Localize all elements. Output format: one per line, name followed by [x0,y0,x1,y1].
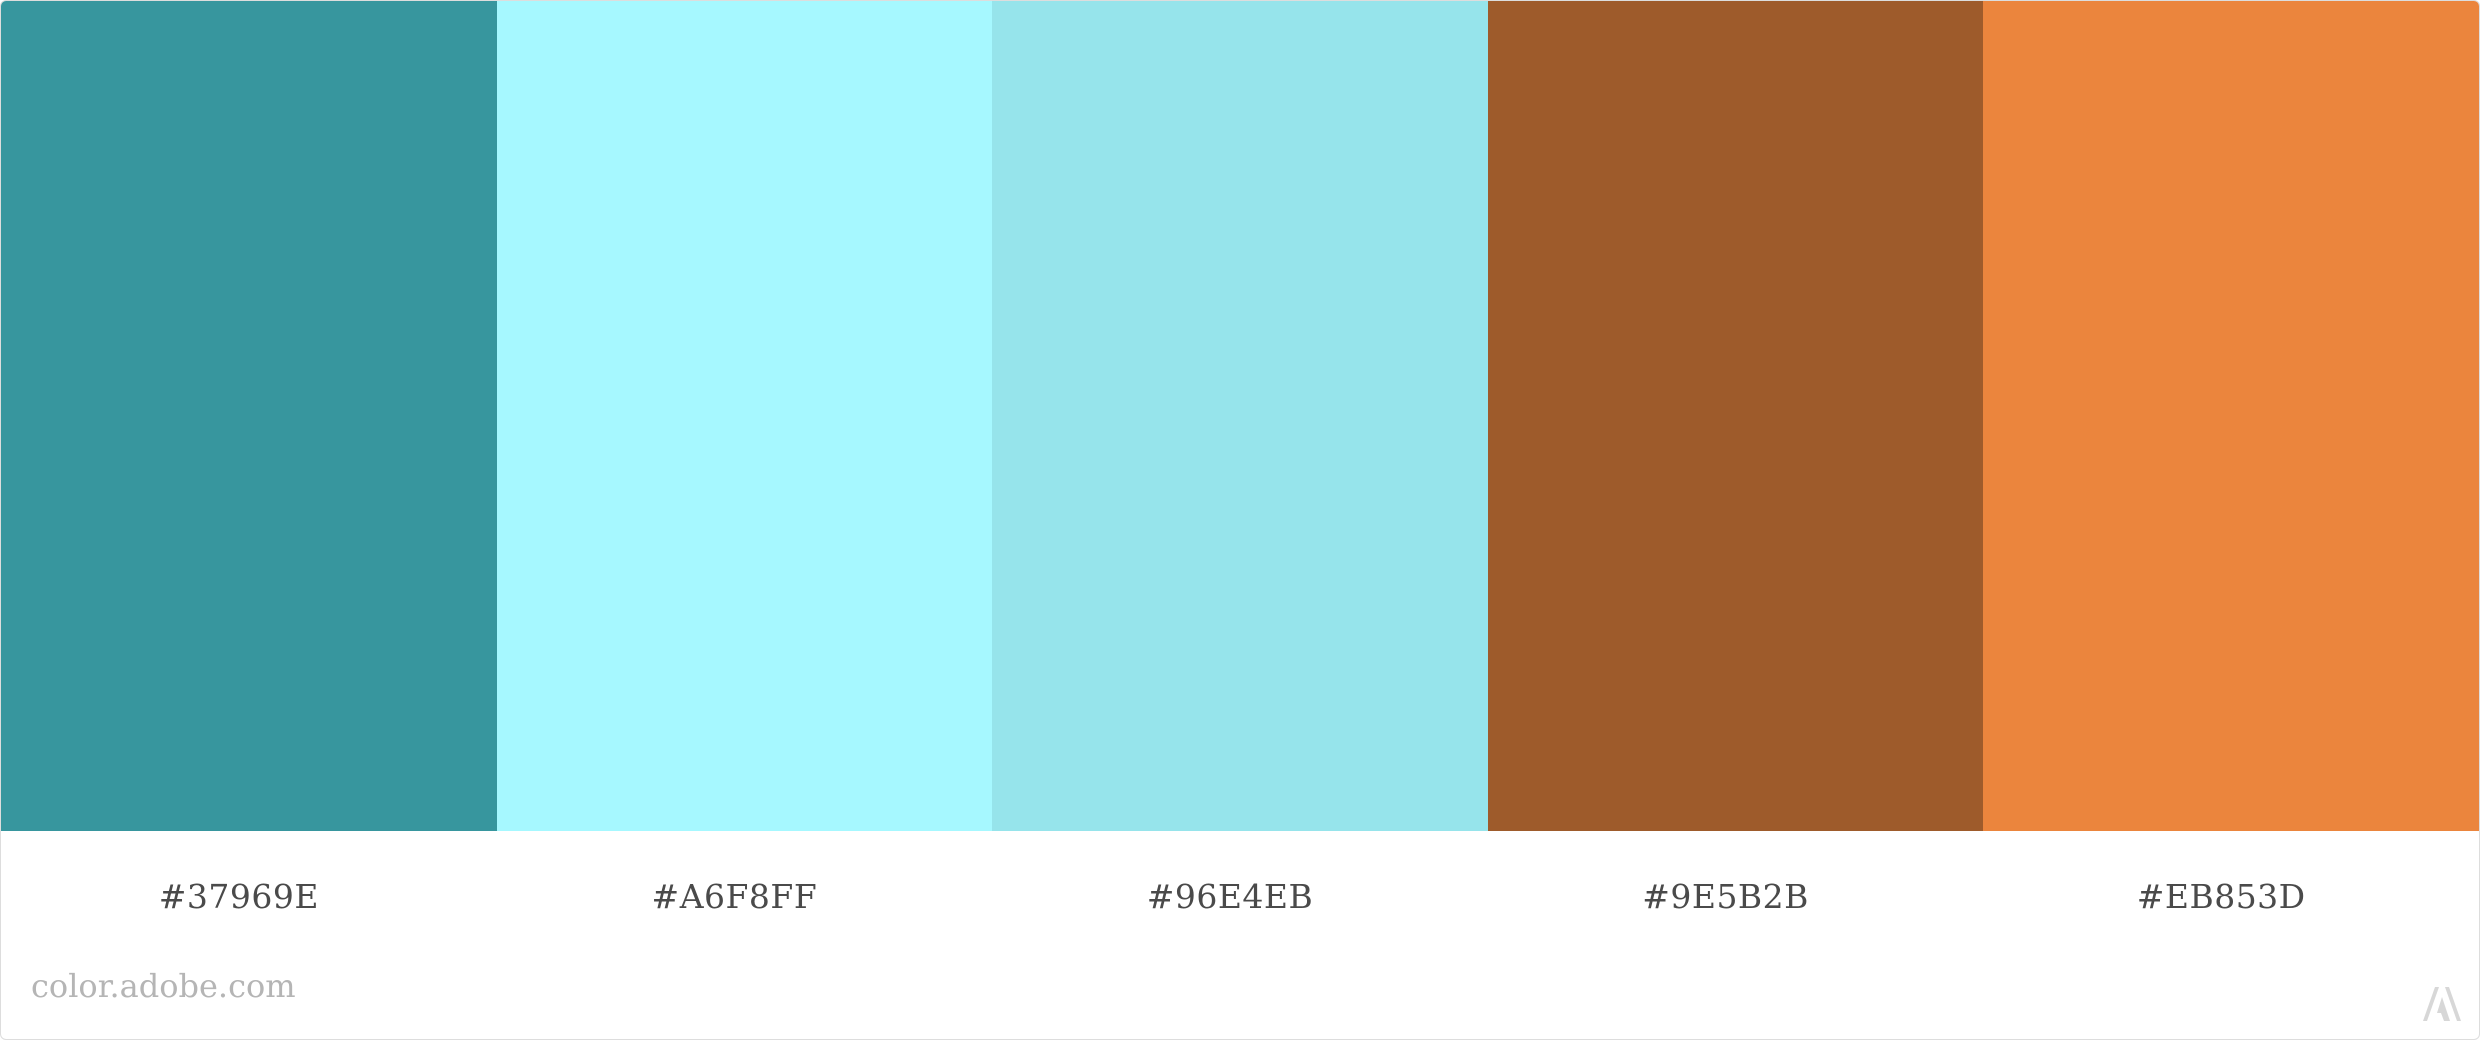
adobe-logo-icon [2423,987,2461,1021]
color-swatch-3[interactable] [992,1,1488,831]
color-swatch-4[interactable] [1487,1,1984,831]
color-swatch-1[interactable] [1,1,497,831]
hex-code-label-4: #9E5B2B [1642,876,1809,916]
hex-code-row: #37969E #A6F8FF #96E4EB #9E5B2B #EB853D [1,831,2479,961]
color-swatch-2[interactable] [496,1,993,831]
swatch-row [1,1,2479,831]
hex-code-label-5: #EB853D [2136,876,2306,916]
site-watermark: color.adobe.com [31,967,296,1005]
hex-code-label-1: #37969E [158,876,319,916]
palette-card: #37969E #A6F8FF #96E4EB #9E5B2B #EB853D … [0,0,2480,1040]
hex-code-label-2: #A6F8FF [651,876,818,916]
color-swatch-5[interactable] [1983,1,2479,831]
hex-code-label-3: #96E4EB [1146,876,1314,916]
